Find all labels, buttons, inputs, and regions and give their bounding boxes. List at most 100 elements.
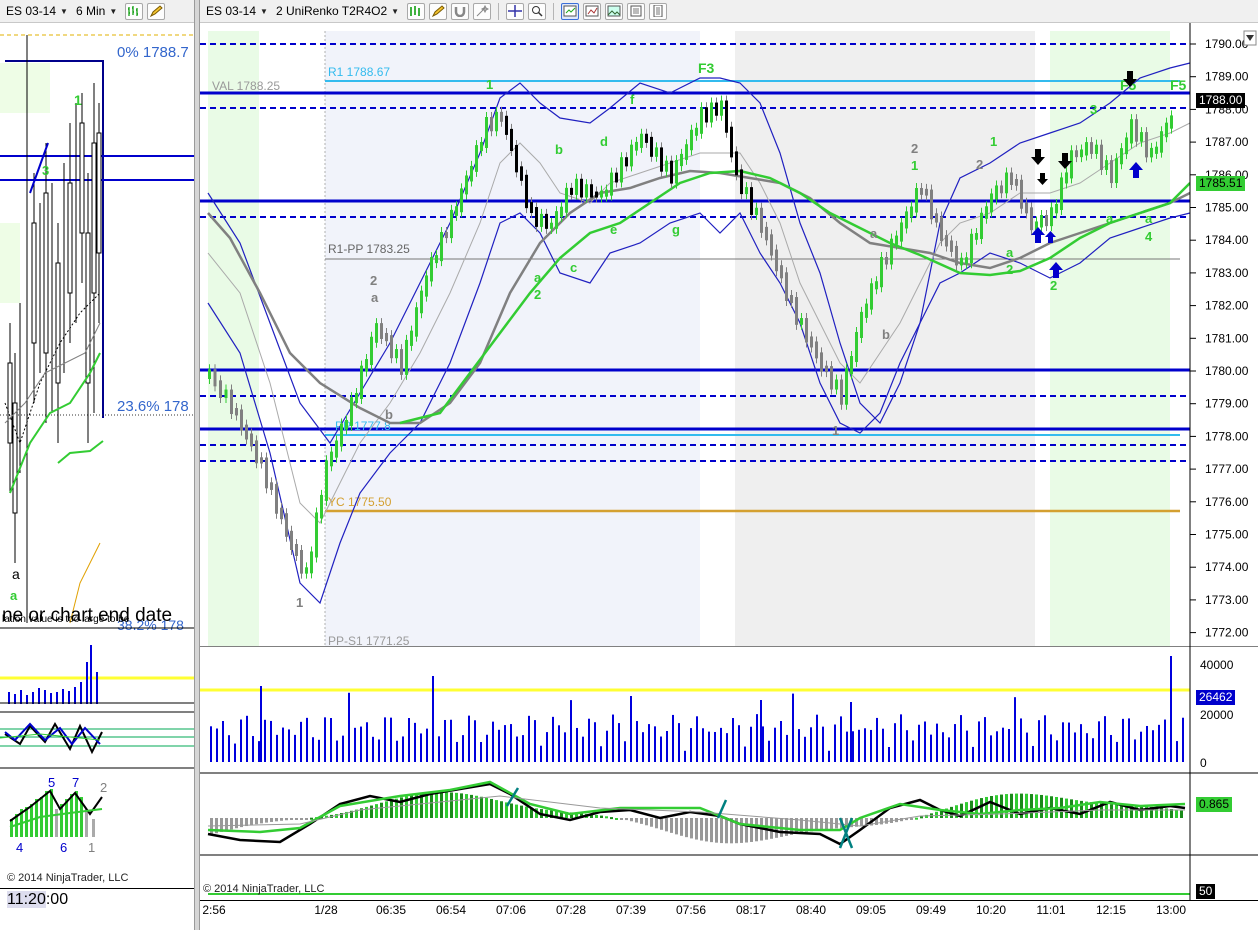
oscillator-bar <box>495 800 498 818</box>
wave-label-2-green3: 2 <box>1050 278 1057 293</box>
volume-panel[interactable]: 40000 20000 0 <box>200 646 1258 774</box>
left-osc-label-1: 1 <box>88 840 95 855</box>
renko-brick <box>545 213 548 229</box>
renko-brick <box>430 257 433 282</box>
renko-brick <box>1025 202 1028 214</box>
volume-bar <box>1050 734 1052 762</box>
renko-brick <box>425 275 428 297</box>
crosshair-icon[interactable] <box>506 2 525 20</box>
volume-bar <box>342 735 344 762</box>
oscillator-bar <box>710 818 713 843</box>
renko-brick <box>500 111 503 122</box>
right-interval-selector[interactable]: 2 UniRenko T2R4O2 <box>276 4 387 18</box>
left-chart-toolbar: ES 03-14 ▼ 6 Min ▼ <box>0 0 194 23</box>
renko-brick <box>745 187 748 195</box>
renko-brick <box>235 408 238 416</box>
zoom-icon[interactable] <box>528 2 547 20</box>
renko-brick <box>265 457 268 489</box>
volume-bar <box>1080 724 1082 762</box>
time-axis-label: 08:17 <box>735 903 767 917</box>
time-axis-label: 13:00 <box>1155 903 1187 917</box>
volume-bar <box>768 740 770 762</box>
chevron-down-icon[interactable]: ▼ <box>260 7 268 16</box>
renko-brick <box>595 191 598 198</box>
left-instrument-selector[interactable]: ES 03-14 <box>6 4 56 18</box>
volume-bar <box>1158 724 1160 762</box>
oscillator-bar <box>290 818 293 820</box>
oscillator-bar <box>430 792 433 818</box>
oscillator-bar <box>635 818 638 823</box>
renko-brick <box>320 494 323 519</box>
volume-bar <box>528 715 530 762</box>
chart-image-icon[interactable] <box>605 2 624 20</box>
toolbar-separator <box>498 2 500 20</box>
volume-bar <box>588 718 590 762</box>
renko-brick <box>460 188 463 213</box>
bar-type-icon[interactable] <box>407 2 426 20</box>
renko-brick <box>1070 150 1073 179</box>
chevron-down-icon[interactable]: ▼ <box>109 7 117 16</box>
oscillator-bar <box>510 803 513 818</box>
chevron-down-icon[interactable]: ▼ <box>60 7 68 16</box>
volume-bar <box>498 729 500 762</box>
renko-brick <box>400 349 403 375</box>
renko-brick <box>810 336 813 348</box>
oscillator-bar <box>650 818 653 827</box>
indicators-icon[interactable] <box>561 2 580 20</box>
bar-type-icon[interactable] <box>125 2 144 20</box>
renko-brick <box>945 235 948 247</box>
left-time-suffix: :00 <box>45 891 69 908</box>
renko-brick <box>975 233 978 240</box>
renko-brick <box>1050 207 1053 227</box>
volume-bar <box>330 718 332 762</box>
volume-bar <box>1098 721 1100 762</box>
oscillator-bar <box>275 818 278 822</box>
volume-bar <box>444 719 446 762</box>
renko-brick <box>725 100 728 133</box>
pencil-icon[interactable] <box>147 2 166 20</box>
wave-label-4: 4 <box>1145 229 1153 244</box>
left-time-value: 11:20 <box>7 891 46 908</box>
chart-style-icon[interactable] <box>583 2 602 20</box>
volume-bar <box>276 734 278 762</box>
price-panel[interactable]: VAL 1788.25 R1 1788.67 R1-PP 1783.25 PP … <box>200 23 1258 646</box>
volume-bar <box>378 739 380 762</box>
volume-bar <box>306 717 308 762</box>
magnet-icon[interactable] <box>451 2 470 20</box>
left-interval-selector[interactable]: 6 Min <box>76 4 105 18</box>
volume-bar <box>1020 718 1022 762</box>
renko-brick <box>785 272 788 301</box>
properties-icon[interactable] <box>649 2 668 20</box>
renko-brick <box>1065 172 1068 184</box>
oscillator-bar <box>425 792 428 818</box>
chevron-down-icon[interactable]: ▼ <box>391 7 399 16</box>
oscillator-bar <box>1005 794 1008 818</box>
data-box-icon[interactable] <box>627 2 646 20</box>
oscillator-bar <box>480 796 483 818</box>
renko-brick <box>570 187 573 195</box>
renko-brick <box>480 141 483 152</box>
oscillator-bar <box>965 802 968 818</box>
volume-bar <box>972 746 974 762</box>
renko-brick <box>1040 215 1043 228</box>
volume-bar <box>714 731 716 762</box>
renko-brick <box>1005 172 1008 194</box>
oscillator-panel[interactable] <box>200 774 1258 856</box>
pencil-icon[interactable] <box>429 2 448 20</box>
renko-brick <box>655 147 658 157</box>
wand-icon[interactable] <box>473 2 492 20</box>
volume-bar <box>396 740 398 762</box>
renko-brick <box>390 335 393 359</box>
renko-brick <box>345 419 348 430</box>
volume-bar <box>708 731 710 762</box>
volume-bar <box>1110 734 1112 762</box>
renko-brick <box>230 389 233 415</box>
volume-bar <box>1134 739 1136 762</box>
renko-brick <box>490 117 493 132</box>
time-axis-label: 07:56 <box>675 903 707 917</box>
right-instrument-selector[interactable]: ES 03-14 <box>206 4 256 18</box>
volume-bar <box>792 693 794 762</box>
volume-bar <box>1026 732 1028 762</box>
volume-bar <box>1092 738 1094 762</box>
right-chart-window: ES 03-14 ▼ 2 UniRenko T2R4O2 ▼ VAL 1788.… <box>200 0 1258 930</box>
